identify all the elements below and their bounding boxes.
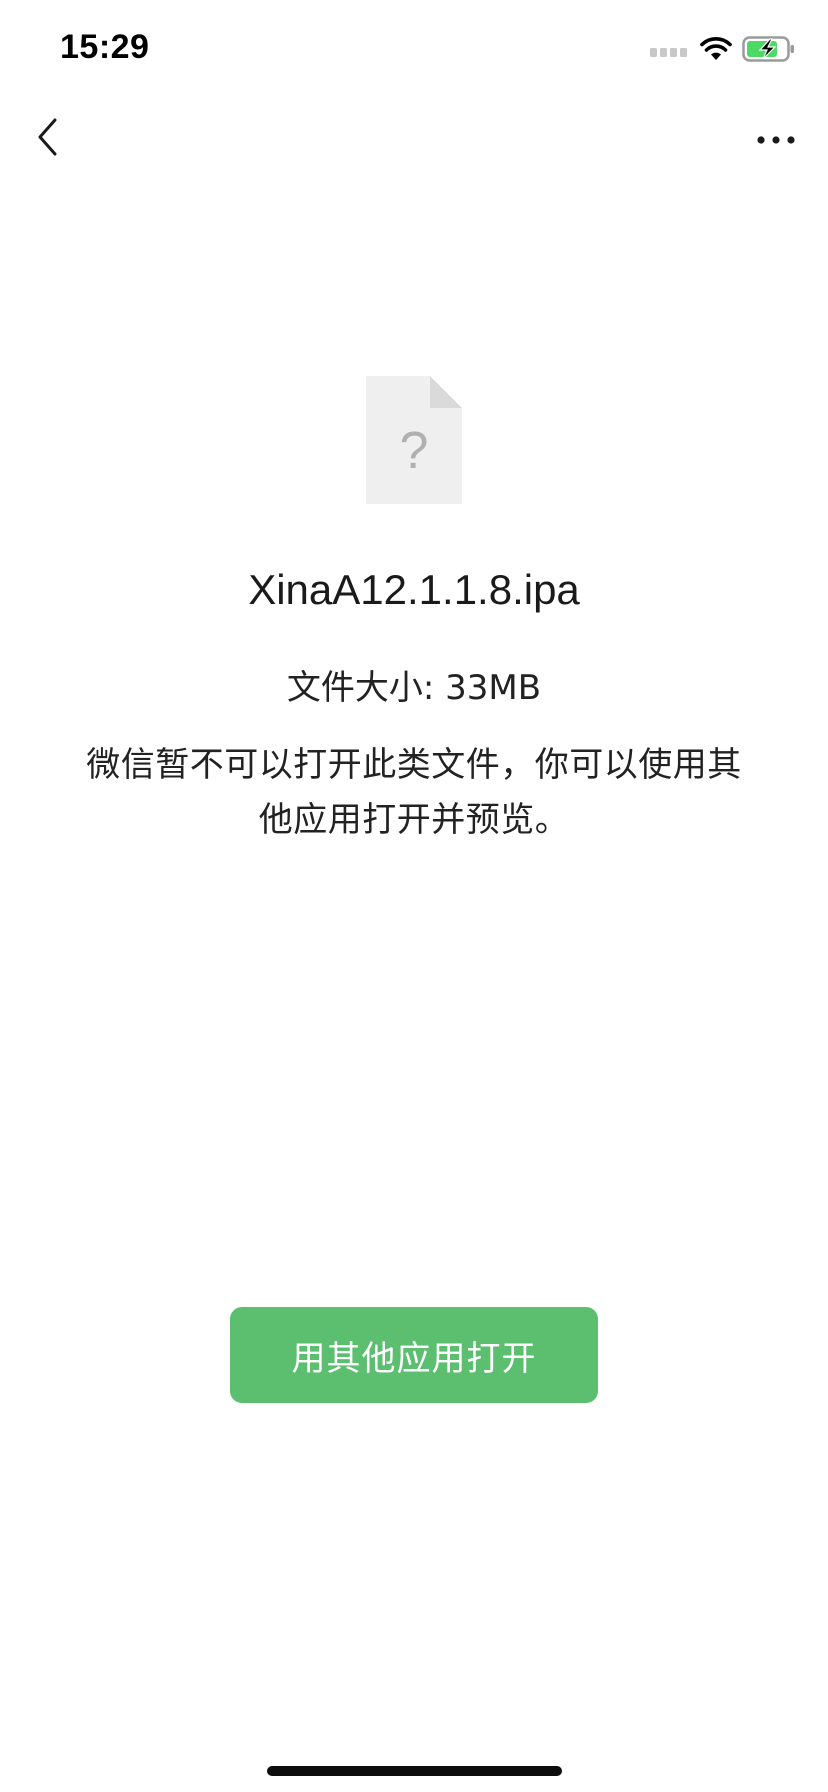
home-indicator bbox=[267, 1766, 562, 1776]
file-size: 文件大小: 33MB bbox=[286, 668, 542, 708]
ellipsis-icon bbox=[756, 130, 796, 149]
back-button[interactable] bbox=[22, 114, 72, 164]
battery-charging-icon bbox=[742, 35, 796, 67]
open-with-other-app-button[interactable]: 用其他应用打开 bbox=[230, 1307, 598, 1403]
question-mark-glyph: ? bbox=[400, 422, 429, 480]
unknown-file-icon: ? bbox=[366, 376, 462, 504]
more-button[interactable] bbox=[746, 114, 806, 164]
wifi-icon bbox=[700, 36, 732, 66]
status-bar: 15:29 bbox=[0, 0, 828, 100]
unsupported-file-message: 微信暂不可以打开此类文件，你可以使用其他应用打开并预览。 bbox=[86, 745, 742, 840]
cellular-signal-icon bbox=[650, 42, 690, 61]
nav-bar bbox=[0, 100, 828, 180]
chevron-left-icon bbox=[36, 117, 58, 161]
status-time: 15:29 bbox=[60, 28, 150, 66]
file-name: XinaA12.1.1.8.ipa bbox=[248, 566, 580, 613]
status-icons bbox=[650, 36, 796, 66]
